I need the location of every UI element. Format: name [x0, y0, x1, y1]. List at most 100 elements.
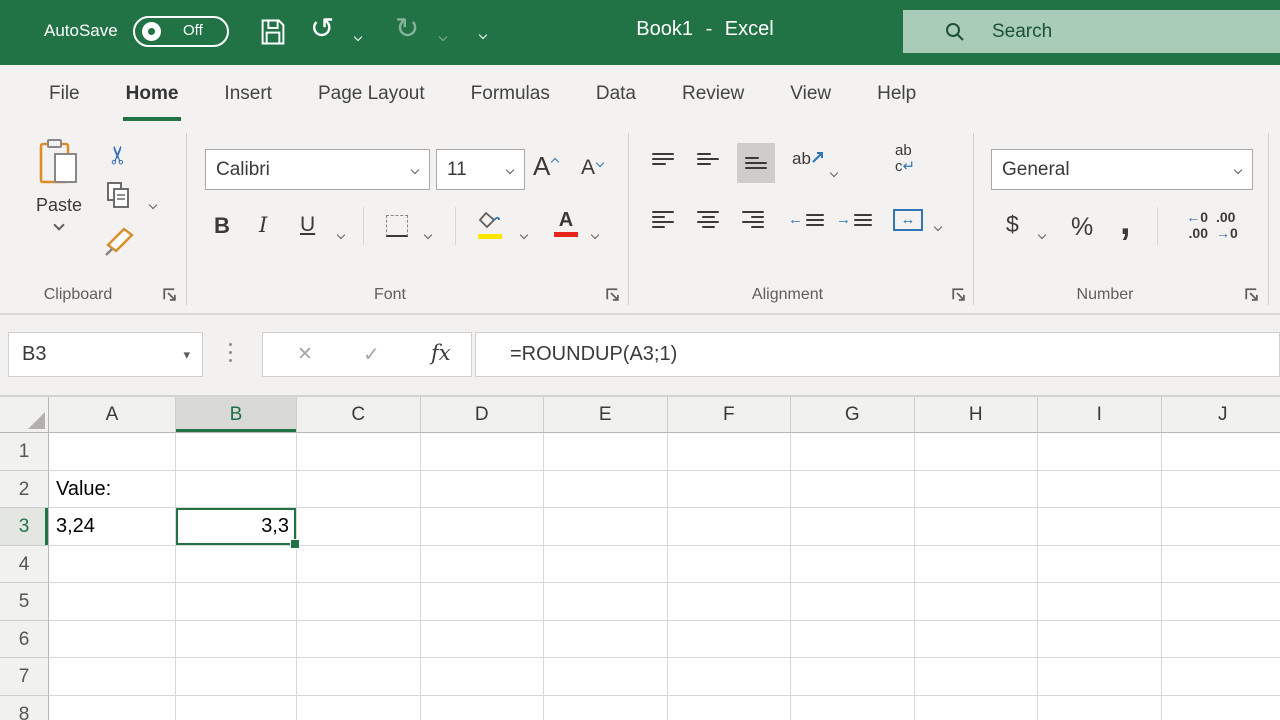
align-right-button[interactable] [742, 211, 764, 228]
cell-F5[interactable] [668, 583, 792, 621]
italic-button[interactable]: I [259, 213, 267, 237]
cut-button[interactable]: ✂ [103, 145, 133, 166]
cell-B4[interactable] [176, 546, 297, 584]
redo-dropdown[interactable] [440, 27, 446, 45]
underline-dropdown[interactable] [338, 225, 344, 243]
merge-center-dropdown[interactable] [935, 217, 941, 235]
cell-C5[interactable] [297, 583, 421, 621]
cell-E7[interactable] [544, 658, 668, 696]
quick-access-toolbar-more-button[interactable] [477, 25, 493, 43]
align-center-button[interactable] [697, 211, 719, 228]
increase-font-size-button[interactable]: A [533, 151, 556, 182]
top-align-button[interactable] [652, 153, 674, 165]
row-header-6[interactable]: 6 [0, 621, 49, 659]
increase-indent-button[interactable]: → [836, 211, 872, 228]
cell-E5[interactable] [544, 583, 668, 621]
cell-E2[interactable] [544, 471, 668, 509]
column-header-C[interactable]: C [297, 397, 421, 433]
cell-H7[interactable] [915, 658, 1039, 696]
cell-C3[interactable] [297, 508, 421, 546]
number-dialog-launcher[interactable] [1245, 288, 1260, 303]
decrease-font-size-button[interactable]: A [581, 156, 601, 180]
cell-G7[interactable] [791, 658, 915, 696]
cell-G5[interactable] [791, 583, 915, 621]
enter-button[interactable]: ✓ [363, 342, 380, 367]
tab-review[interactable]: Review [659, 65, 767, 125]
cell-E6[interactable] [544, 621, 668, 659]
cell-F6[interactable] [668, 621, 792, 659]
column-header-F[interactable]: F [668, 397, 792, 433]
font-color-button[interactable]: A [554, 209, 578, 237]
borders-button[interactable] [386, 215, 408, 237]
cell-D3[interactable] [421, 508, 545, 546]
column-header-H[interactable]: H [915, 397, 1039, 433]
column-header-I[interactable]: I [1038, 397, 1162, 433]
cell-H2[interactable] [915, 471, 1039, 509]
cell-I7[interactable] [1038, 658, 1162, 696]
cell-J1[interactable] [1162, 433, 1280, 471]
number-format-select[interactable]: General [991, 149, 1253, 190]
row-header-7[interactable]: 7 [0, 658, 49, 696]
column-header-G[interactable]: G [791, 397, 915, 433]
cell-E1[interactable] [544, 433, 668, 471]
tab-view[interactable]: View [767, 65, 854, 125]
cell-C6[interactable] [297, 621, 421, 659]
cell-A5[interactable] [49, 583, 176, 621]
cell-J2[interactable] [1162, 471, 1280, 509]
row-header-1[interactable]: 1 [0, 433, 49, 471]
cell-F3[interactable] [668, 508, 792, 546]
font-color-dropdown[interactable] [592, 225, 598, 243]
autosave-toggle[interactable]: Off [133, 16, 229, 47]
font-size-select[interactable]: 11 [436, 149, 525, 190]
cell-H3[interactable] [915, 508, 1039, 546]
cell-B3[interactable]: 3,3 [176, 508, 297, 546]
percent-style-button[interactable]: % [1071, 213, 1093, 242]
row-header-2[interactable]: 2 [0, 471, 49, 509]
orientation-button[interactable]: ab [792, 149, 825, 169]
cell-D6[interactable] [421, 621, 545, 659]
cell-H6[interactable] [915, 621, 1039, 659]
cell-A3[interactable]: 3,24 [49, 508, 176, 546]
cell-H1[interactable] [915, 433, 1039, 471]
cell-E8[interactable] [544, 696, 668, 720]
cell-E4[interactable] [544, 546, 668, 584]
cell-B7[interactable] [176, 658, 297, 696]
cell-D4[interactable] [421, 546, 545, 584]
column-header-B[interactable]: B [176, 397, 297, 433]
cell-F8[interactable] [668, 696, 792, 720]
alignment-dialog-launcher[interactable] [952, 288, 967, 303]
bottom-align-button[interactable] [737, 143, 775, 183]
cell-F4[interactable] [668, 546, 792, 584]
cell-B2[interactable] [176, 471, 297, 509]
row-header-3[interactable]: 3 [0, 508, 49, 546]
cell-G1[interactable] [791, 433, 915, 471]
orientation-dropdown[interactable] [831, 163, 837, 181]
cell-D5[interactable] [421, 583, 545, 621]
column-header-J[interactable]: J [1162, 397, 1280, 433]
cell-J7[interactable] [1162, 658, 1280, 696]
accounting-format-button[interactable]: $ [1006, 211, 1019, 238]
align-left-button[interactable] [652, 211, 674, 228]
middle-align-button[interactable] [697, 153, 719, 165]
cell-I3[interactable] [1038, 508, 1162, 546]
row-header-4[interactable]: 4 [0, 546, 49, 584]
cell-I2[interactable] [1038, 471, 1162, 509]
fill-color-dropdown[interactable] [521, 225, 527, 243]
font-dialog-launcher[interactable] [606, 288, 621, 303]
cell-G2[interactable] [791, 471, 915, 509]
cancel-button[interactable]: ✕ [297, 343, 313, 366]
tab-help[interactable]: Help [854, 65, 939, 125]
formula-input[interactable]: =ROUNDUP(A3;1) [475, 332, 1280, 377]
fill-color-button[interactable] [478, 211, 504, 239]
cell-H4[interactable] [915, 546, 1039, 584]
paste-button[interactable]: Paste [28, 138, 90, 234]
cell-A2[interactable]: Value: [49, 471, 176, 509]
increase-decimal-button[interactable]: ←0 .00 [1172, 209, 1208, 241]
cell-H8[interactable] [915, 696, 1039, 720]
row-header-5[interactable]: 5 [0, 583, 49, 621]
cell-B8[interactable] [176, 696, 297, 720]
cell-J4[interactable] [1162, 546, 1280, 584]
cell-A6[interactable] [49, 621, 176, 659]
select-all-corner[interactable] [0, 397, 49, 433]
cell-C4[interactable] [297, 546, 421, 584]
